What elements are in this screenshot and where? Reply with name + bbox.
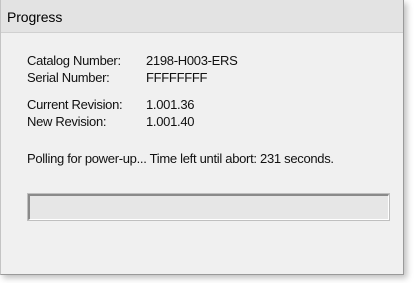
current-revision-value: 1.001.36 <box>146 97 195 112</box>
current-revision-label: Current Revision: <box>27 97 123 112</box>
title-bar[interactable]: Progress <box>1 0 403 33</box>
serial-number-label: Serial Number: <box>27 70 110 85</box>
progress-dialog: Progress Catalog Number: 2198-H003-ERS S… <box>0 0 404 275</box>
new-revision-label: New Revision: <box>27 114 107 129</box>
catalog-number-label: Catalog Number: <box>27 53 121 68</box>
catalog-number-value: 2198-H003-ERS <box>146 53 238 68</box>
serial-number-value: FFFFFFFF <box>146 70 208 85</box>
new-revision-value: 1.001.40 <box>146 114 195 129</box>
progress-bar <box>28 194 389 220</box>
status-message: Polling for power-up... Time left until … <box>27 151 334 166</box>
window-title: Progress <box>7 9 63 25</box>
